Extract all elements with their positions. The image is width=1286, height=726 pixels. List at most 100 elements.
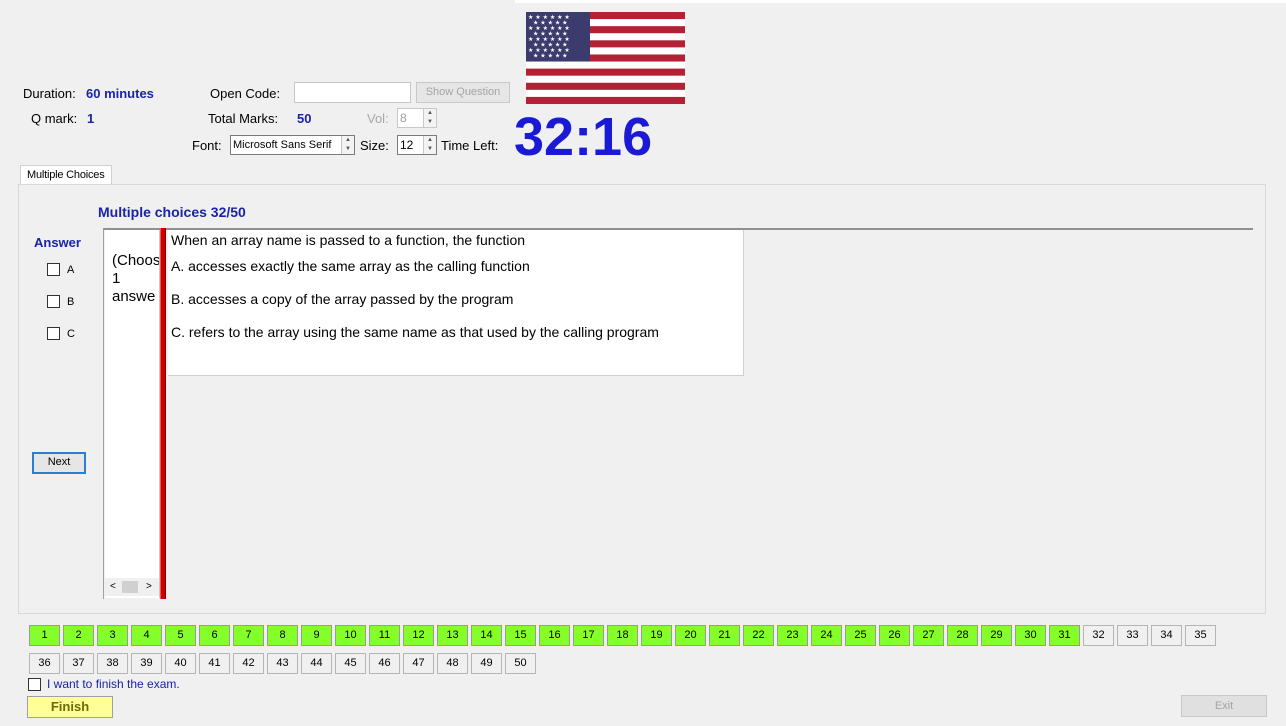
finish-confirm-checkbox[interactable]: [28, 677, 41, 691]
question-number-button[interactable]: 45: [335, 653, 366, 674]
stepper-arrows-icon[interactable]: ▲ ▼: [341, 136, 354, 154]
question-number-button[interactable]: 37: [63, 653, 94, 674]
question-number-button[interactable]: 4: [131, 625, 162, 646]
question-number-button[interactable]: 13: [437, 625, 468, 646]
tab-multiple-choices[interactable]: Multiple Choices: [20, 165, 112, 185]
scroll-thumb[interactable]: [122, 581, 138, 593]
open-code-label: Open Code:: [210, 86, 281, 101]
question-number-button[interactable]: 28: [947, 625, 978, 646]
answer-label: Answer: [34, 235, 81, 250]
question-number-button[interactable]: 48: [437, 653, 468, 674]
question-number-button[interactable]: 9: [301, 625, 332, 646]
font-select[interactable]: Microsoft Sans Serif ▲ ▼: [230, 135, 355, 155]
scroll-left-icon[interactable]: <: [110, 581, 116, 592]
option-c-label: C: [67, 327, 75, 340]
scroll-right-icon[interactable]: >: [146, 581, 152, 592]
question-number-button[interactable]: 27: [913, 625, 944, 646]
question-number-button[interactable]: 47: [403, 653, 434, 674]
section-title: Multiple choices 32/50: [98, 204, 246, 220]
question-number-button[interactable]: 23: [777, 625, 808, 646]
question-number-button[interactable]: 2: [63, 625, 94, 646]
question-number-button[interactable]: 32: [1083, 625, 1114, 646]
question-number-button[interactable]: 49: [471, 653, 502, 674]
finish-confirm-label: I want to finish the exam.: [47, 677, 180, 691]
question-number-button[interactable]: 22: [743, 625, 774, 646]
svg-text:★ ★ ★ ★ ★: ★ ★ ★ ★ ★: [533, 53, 568, 60]
question-number-button[interactable]: 29: [981, 625, 1012, 646]
qmark-label: Q mark:: [31, 111, 78, 126]
option-a-label: A: [67, 263, 75, 276]
question-number-button[interactable]: 40: [165, 653, 196, 674]
option-a[interactable]: A: [47, 263, 74, 276]
question-number-button[interactable]: 1: [29, 625, 60, 646]
question-number-button[interactable]: 21: [709, 625, 740, 646]
time-left-timer: 32:16: [514, 107, 653, 167]
option-a-checkbox[interactable]: [47, 263, 60, 276]
question-number-button[interactable]: 11: [369, 625, 400, 646]
instruction-line: 1: [112, 270, 121, 287]
question-number-button[interactable]: 42: [233, 653, 264, 674]
show-question-button[interactable]: Show Question: [416, 82, 510, 103]
next-button[interactable]: Next: [32, 452, 86, 474]
question-number-button[interactable]: 44: [301, 653, 332, 674]
question-number-button[interactable]: 8: [267, 625, 298, 646]
size-stepper[interactable]: 12 ▲ ▼: [397, 135, 437, 155]
exit-button[interactable]: Exit: [1181, 695, 1267, 717]
us-flag-icon: ★ ★ ★ ★ ★ ★ ★ ★ ★ ★ ★ ★ ★ ★ ★ ★ ★ ★ ★ ★ …: [526, 12, 685, 104]
question-number-button[interactable]: 3: [97, 625, 128, 646]
question-number-button[interactable]: 25: [845, 625, 876, 646]
finish-confirm[interactable]: I want to finish the exam.: [28, 677, 180, 691]
question-number-button[interactable]: 33: [1117, 625, 1148, 646]
splitter-divider[interactable]: [160, 228, 166, 599]
question-number-button[interactable]: 20: [675, 625, 706, 646]
option-b-checkbox[interactable]: [47, 295, 60, 308]
answer-option-text: C. refers to the array using the same na…: [171, 324, 659, 340]
total-marks-value: 50: [297, 111, 312, 126]
instruction-line: (Choos: [112, 252, 160, 269]
question-number-button[interactable]: 12: [403, 625, 434, 646]
question-number-button[interactable]: 5: [165, 625, 196, 646]
stepper-arrows-icon[interactable]: ▲ ▼: [423, 109, 436, 127]
question-number-button[interactable]: 46: [369, 653, 400, 674]
question-number-button[interactable]: 15: [505, 625, 536, 646]
question-number-button[interactable]: 39: [131, 653, 162, 674]
vol-stepper[interactable]: 8 ▲ ▼: [397, 108, 437, 128]
question-number-button[interactable]: 36: [29, 653, 60, 674]
open-code-input[interactable]: [294, 82, 411, 103]
duration-value: 60 minutes: [86, 86, 154, 101]
question-number-button[interactable]: 24: [811, 625, 842, 646]
answer-option-text: B. accesses a copy of the array passed b…: [171, 291, 514, 307]
stepper-arrows-icon[interactable]: ▲ ▼: [423, 136, 436, 154]
question-number-button[interactable]: 19: [641, 625, 672, 646]
duration-label: Duration:: [23, 86, 76, 101]
question-number-button[interactable]: 43: [267, 653, 298, 674]
question-number-button[interactable]: 14: [471, 625, 502, 646]
finish-button[interactable]: Finish: [27, 696, 113, 718]
question-number-button[interactable]: 35: [1185, 625, 1216, 646]
question-number-button[interactable]: 16: [539, 625, 570, 646]
option-c[interactable]: C: [47, 327, 75, 340]
question-number-button[interactable]: 10: [335, 625, 366, 646]
option-c-checkbox[interactable]: [47, 327, 60, 340]
question-number-button[interactable]: 34: [1151, 625, 1182, 646]
question-number-button[interactable]: 41: [199, 653, 230, 674]
question-number-button[interactable]: 26: [879, 625, 910, 646]
total-marks-label: Total Marks:: [208, 111, 279, 126]
font-label: Font:: [192, 138, 222, 153]
qmark-value: 1: [87, 111, 95, 126]
vol-label: Vol:: [367, 111, 389, 126]
top-strip: [515, 0, 1286, 3]
question-number-button[interactable]: 38: [97, 653, 128, 674]
question-number-button[interactable]: 17: [573, 625, 604, 646]
instruction-box[interactable]: (Choos 1 answe < >: [105, 230, 160, 598]
question-number-button[interactable]: 50: [505, 653, 536, 674]
question-number-button[interactable]: 18: [607, 625, 638, 646]
option-b[interactable]: B: [47, 295, 74, 308]
question-number-button[interactable]: 30: [1015, 625, 1046, 646]
answer-option-text: A. accesses exactly the same array as th…: [171, 258, 530, 274]
horizontal-scrollbar[interactable]: < >: [105, 578, 159, 596]
question-number-button[interactable]: 6: [199, 625, 230, 646]
question-number-button[interactable]: 31: [1049, 625, 1080, 646]
font-value: Microsoft Sans Serif: [233, 139, 332, 151]
question-number-button[interactable]: 7: [233, 625, 264, 646]
